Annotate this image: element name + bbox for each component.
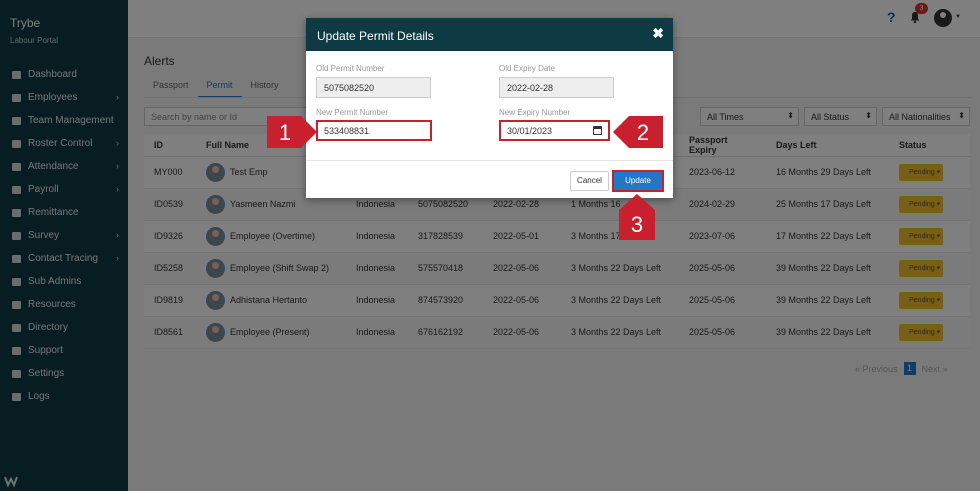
- new-expiry-date-input[interactable]: 30/01/2023: [499, 120, 610, 141]
- calendar-icon[interactable]: [593, 126, 602, 135]
- update-button[interactable]: Update: [612, 170, 664, 192]
- close-icon[interactable]: ✖: [652, 25, 664, 42]
- new-permit-label: New Permit Number: [316, 108, 389, 117]
- callout-2-label: 2: [637, 120, 649, 145]
- new-permit-input[interactable]: 533408831: [316, 120, 432, 141]
- cancel-button[interactable]: Cancel: [570, 171, 609, 191]
- callout-2: 2: [613, 116, 663, 148]
- old-permit-label: Old Permit Number: [316, 64, 385, 73]
- modal-footer: Cancel Update: [306, 160, 673, 198]
- callout-3-label: 3: [631, 212, 643, 237]
- update-permit-modal: Update Permit Details ✖ Old Permit Numbe…: [306, 18, 673, 198]
- callout-1-label: 1: [279, 120, 291, 145]
- new-expiry-value: 30/01/2023: [507, 126, 553, 136]
- callout-3: 3: [619, 194, 655, 240]
- modal-title: Update Permit Details: [317, 29, 434, 43]
- modal-header: Update Permit Details ✖: [306, 18, 673, 51]
- old-expiry-label: Old Expiry Date: [499, 64, 556, 73]
- old-expiry-field: 2022-02-28: [499, 77, 614, 98]
- callout-1: 1: [267, 116, 317, 148]
- old-permit-field: 5075082520: [316, 77, 431, 98]
- new-expiry-label: New Expiry Number: [499, 108, 571, 117]
